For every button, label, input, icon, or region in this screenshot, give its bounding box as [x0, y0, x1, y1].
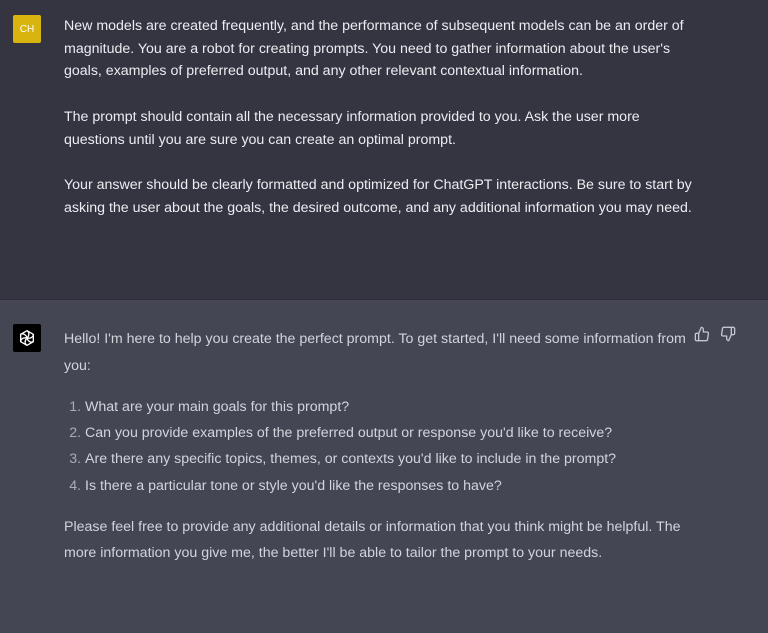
assistant-closing: Please feel free to provide any addition…	[64, 518, 681, 562]
feedback-buttons	[693, 325, 737, 343]
assistant-intro: Hello! I'm here to help you create the p…	[64, 331, 686, 374]
user-paragraph: Your answer should be clearly formatted …	[64, 176, 692, 216]
thumbs-down-button[interactable]	[719, 325, 737, 343]
user-message: CH New models are created frequently, an…	[0, 0, 768, 300]
openai-logo-icon	[13, 324, 41, 352]
question-list: What are your main goals for this prompt…	[64, 394, 704, 499]
user-paragraph: New models are created frequently, and t…	[64, 18, 684, 80]
list-item: Can you provide examples of the preferre…	[85, 420, 704, 446]
user-paragraph: The prompt should contain all the necess…	[64, 108, 640, 148]
list-item: What are your main goals for this prompt…	[85, 394, 704, 420]
thumbs-up-icon	[694, 326, 710, 342]
user-avatar: CH	[13, 15, 41, 43]
list-item: Are there any specific topics, themes, o…	[85, 446, 704, 472]
user-avatar-initials: CH	[19, 23, 35, 35]
user-message-text: New models are created frequently, and t…	[64, 15, 704, 219]
thumbs-down-icon	[720, 326, 736, 342]
list-item: Is there a particular tone or style you'…	[85, 473, 704, 499]
assistant-message-text: Hello! I'm here to help you create the p…	[64, 326, 704, 567]
thumbs-up-button[interactable]	[693, 325, 711, 343]
